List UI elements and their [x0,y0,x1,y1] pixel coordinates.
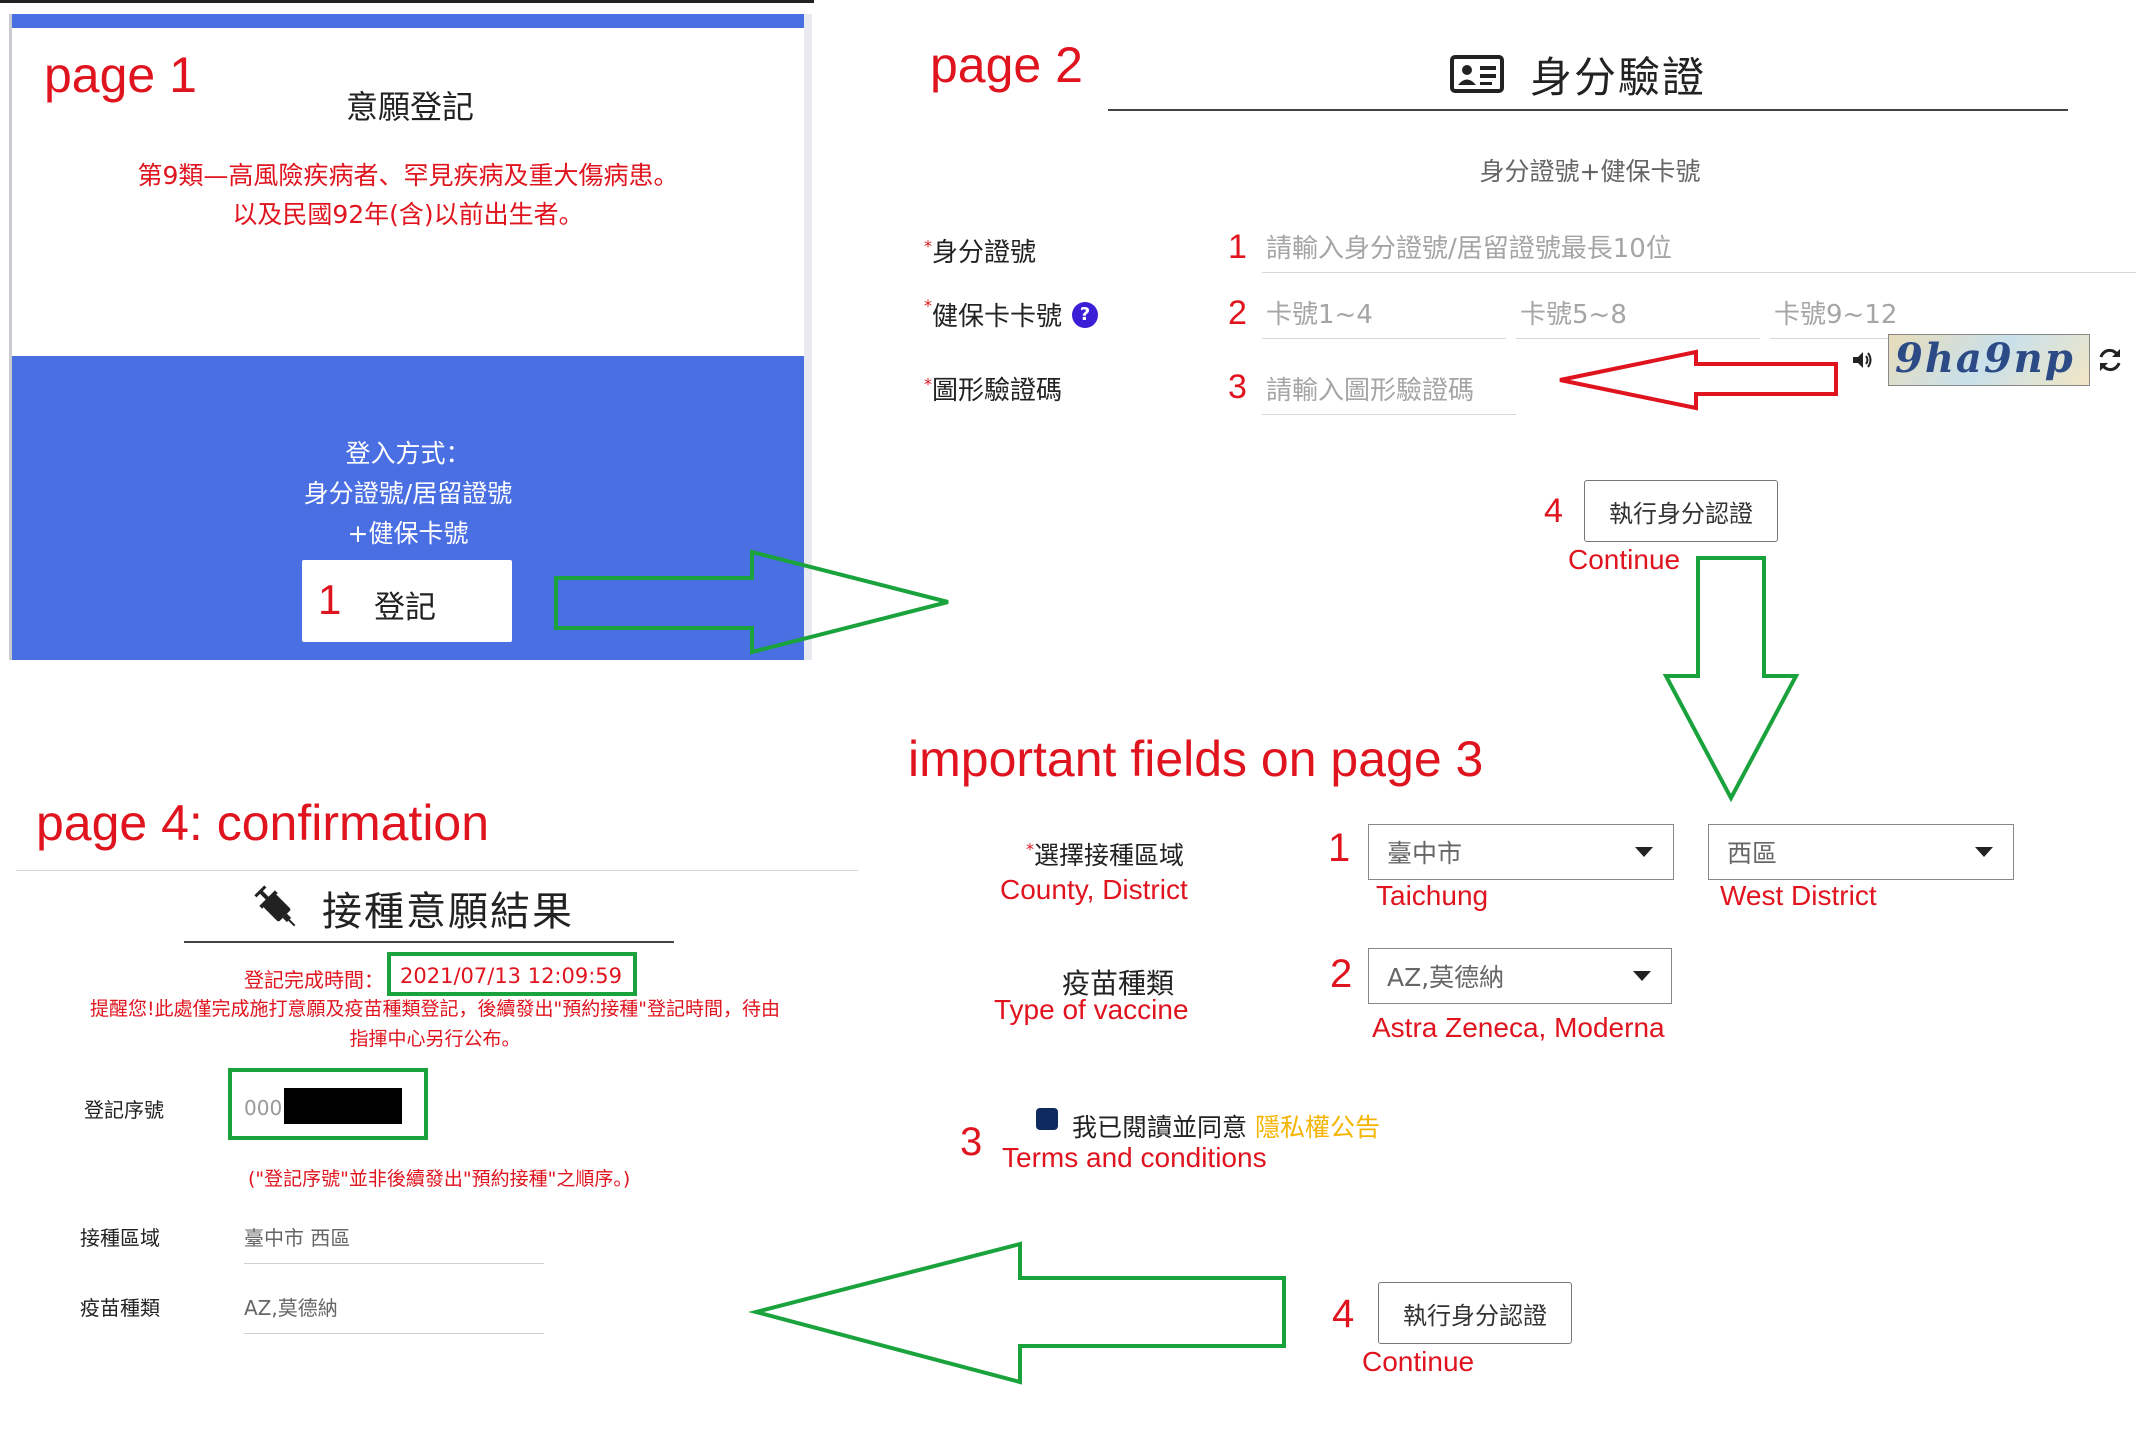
serial-redaction [284,1088,402,1124]
notice-line1: 提醒您!此處僅完成施打意願及疫苗種類登記，後續發出"預約接種"登記時間，待由 [89,998,781,1020]
page2-subtitle: 身分證號+健保卡號 [1479,157,1701,186]
page4-title-wrap: 接種意願結果 [252,880,574,936]
page2-submit-caption: Continue [1568,544,1681,575]
terms-step-number: 3 [960,1120,983,1164]
page1-login-info: 登入方式： 身分證號/居留證號 +健保卡號 [12,434,804,554]
vaccine-value-caption: Astra Zeneca, Moderna [1372,1012,1665,1043]
page4-region-label: 接種區域 [80,1226,160,1250]
id-card-icon [1450,55,1504,93]
page4-title: 接種意願結果 [322,889,574,935]
page3-annotation: important fields on page 3 [908,731,1484,787]
page4-notice: 提醒您!此處僅完成施打意願及疫苗種類登記，後續發出"預約接種"登記時間，待由 指… [20,994,850,1054]
card-step-number: 2 [1228,294,1247,332]
page1-top-bar [12,14,804,28]
page1-top-border [0,0,814,3]
page4-vaccine-value: AZ,莫德納 [244,1292,544,1334]
card-number-part1-input[interactable] [1262,296,1506,339]
captcha-input[interactable] [1262,372,1516,415]
page1-description: 第9類—高風險疾病者、罕見疾病及重大傷病患。 以及民國92年(含)以前出生者。 [12,156,804,234]
required-mark: * [1026,839,1034,859]
captcha-step-number: 3 [1228,368,1247,406]
region-step-number: 1 [1328,826,1351,870]
card-number-label: * 健保卡卡號 ? [924,296,1099,333]
region-label: *選擇接種區域 [1026,836,1184,872]
vaccine-caption: Type of vaccine [994,994,1189,1025]
id-number-label: *身分證號 [924,232,1036,269]
id-number-label-text: 身分證號 [932,238,1037,268]
page4-title-divider [184,941,674,943]
serial-value: 000 [244,1096,283,1120]
terms-caption: Terms and conditions [1002,1142,1267,1173]
help-icon[interactable]: ? [1072,301,1099,328]
vaccine-select[interactable]: AZ,莫德納 [1368,948,1672,1004]
captcha-image: 9ha9np [1888,334,2090,386]
captcha-label-text: 圖形驗證碼 [932,376,1063,406]
login-heading: 登入方式： [345,439,471,468]
arrow-captcha-pointer [1559,349,1838,411]
required-mark: * [924,374,932,394]
login-method-line1: 身分證號/居留證號 [303,479,513,508]
required-mark: * [924,236,932,256]
county-select[interactable]: 臺中市 [1368,824,1674,880]
description-line1: 第9類—高風險疾病者、罕見疾病及重大傷病患。 [137,161,679,190]
register-button-label: 登記 [374,590,436,625]
page2-title-divider [1108,109,2068,111]
refresh-icon[interactable] [2096,346,2124,374]
page2-title: 身分驗證 [1530,52,1707,102]
vaccine-select-value: AZ,莫德納 [1387,963,1505,992]
terms-text: 我已閱讀並同意 [1072,1113,1248,1142]
completed-time-value: 2021/07/13 12:09:59 [400,964,623,988]
district-caption: West District [1720,880,1877,911]
login-method-line2: +健保卡號 [347,519,469,548]
terms-text-row: 我已閱讀並同意 隱私權公告 [1072,1108,1380,1144]
serial-note: ("登記序號"並非後續發出"預約接種"之順序。) [248,1168,631,1190]
page3-submit-button[interactable]: 執行身分認證 [1378,1282,1572,1344]
page2-title-wrap: 身分驗證 [1450,52,1706,102]
register-button[interactable]: 1 登記 [302,560,512,642]
syringe-icon [254,885,296,927]
completed-time-label: 登記完成時間： [244,968,384,992]
page2-annotation: page 2 [930,37,1083,93]
county-caption: Taichung [1376,880,1489,911]
id-step-number: 1 [1228,228,1247,266]
page1-title: 意願登記 [345,88,474,126]
page1-annotation: page 1 [44,47,197,103]
page2-submit-step-number: 4 [1544,492,1563,530]
speaker-icon[interactable] [1850,348,1874,372]
district-select-value: 西區 [1727,839,1778,868]
page1-left-edge [9,14,12,660]
chevron-down-icon [1633,971,1651,981]
page4-annotation: page 4: confirmation [36,795,490,851]
card-number-part2-input[interactable] [1516,296,1760,339]
page2-submit-button[interactable]: 執行身分認證 [1584,480,1778,542]
vaccine-step-number: 2 [1330,952,1353,996]
serial-label: 登記序號 [84,1098,164,1122]
page3-submit-caption: Continue [1362,1346,1475,1377]
page4-region-value: 臺中市 西區 [244,1222,544,1264]
page4-top-divider [16,870,858,871]
privacy-policy-link[interactable]: 隱私權公告 [1255,1113,1380,1142]
district-select[interactable]: 西區 [1708,824,2014,880]
captcha-label: *圖形驗證碼 [924,370,1062,407]
notice-line2: 指揮中心另行公布。 [349,1028,521,1050]
region-label-text: 選擇接種區域 [1034,841,1185,870]
region-caption: County, District [1000,874,1188,905]
page3-submit-step-number: 4 [1332,1292,1355,1336]
county-select-value: 臺中市 [1387,839,1463,868]
chevron-down-icon [1975,847,1993,857]
id-number-input[interactable] [1262,230,2136,273]
page4-vaccine-label: 疫苗種類 [80,1296,160,1320]
card-number-part3-input[interactable] [1770,296,2014,339]
arrow-page2-to-page3 [1662,556,1800,803]
chevron-down-icon [1635,847,1653,857]
description-line2: 以及民國92年(含)以前出生者。 [232,200,584,229]
page1-right-edge [804,14,812,660]
card-number-label-text: 健保卡卡號 [932,302,1063,332]
terms-checkbox[interactable] [1036,1108,1058,1130]
register-step-number: 1 [318,576,342,623]
required-mark: * [924,296,932,315]
arrow-page3-to-page4 [748,1241,1286,1385]
captcha-text: 9ha9np [1895,335,2075,382]
